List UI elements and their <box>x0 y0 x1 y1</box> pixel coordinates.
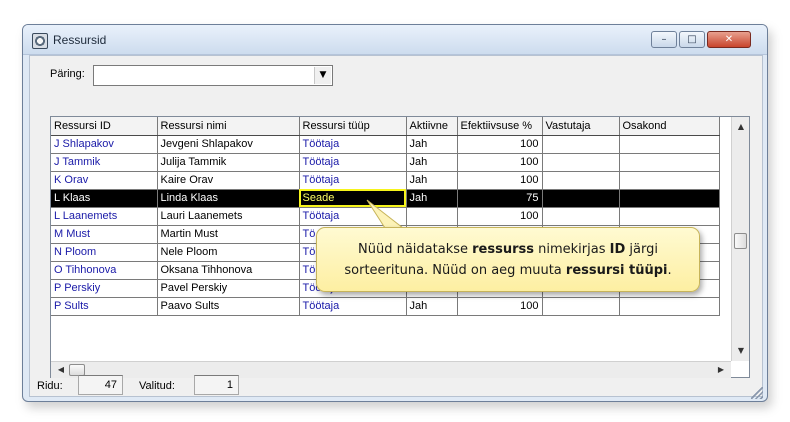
callout-pointer <box>366 199 405 229</box>
cell-resource-id[interactable]: P Perskiy <box>51 279 158 298</box>
table-row[interactable]: J Tammik Julija Tammik Töötaja Jah 100 <box>51 153 720 172</box>
cell-resource-id[interactable]: L Klaas <box>51 189 158 208</box>
close-button[interactable]: ✕ <box>707 31 751 48</box>
cell-department[interactable] <box>619 297 720 316</box>
rows-count-value: 47 <box>78 375 123 395</box>
cell-efficiency[interactable]: 100 <box>457 135 543 154</box>
column-header-owner[interactable]: Vastutaja <box>542 117 620 136</box>
dropdown-arrow-icon[interactable]: ▼ <box>314 67 331 84</box>
cell-resource-id[interactable]: J Shlapakov <box>51 135 158 154</box>
cell-efficiency[interactable]: 100 <box>457 207 543 226</box>
cell-resource-type[interactable]: Töötaja <box>299 171 407 190</box>
cell-resource-id[interactable]: K Orav <box>51 171 158 190</box>
cell-efficiency[interactable]: 100 <box>457 153 543 172</box>
column-header-efficiency[interactable]: Efektiivsuse % <box>457 117 543 136</box>
cell-active[interactable]: Jah <box>406 135 458 154</box>
cell-resource-name[interactable]: Pavel Perskiy <box>157 279 300 298</box>
app-gear-icon <box>32 33 48 49</box>
cell-efficiency[interactable]: 75 <box>457 189 543 208</box>
cell-efficiency[interactable]: 100 <box>457 297 543 316</box>
cell-resource-name[interactable]: Oksana Tihhonova <box>157 261 300 280</box>
scroll-up-arrow-icon[interactable]: ▲ <box>732 119 750 135</box>
cell-resource-type[interactable]: Töötaja <box>299 153 407 172</box>
cell-owner[interactable] <box>542 297 620 316</box>
cell-resource-type[interactable]: Töötaja <box>299 297 407 316</box>
table-row[interactable]: J Shlapakov Jevgeni Shlapakov Töötaja Ja… <box>51 135 720 154</box>
cell-resource-id[interactable]: P Sults <box>51 297 158 316</box>
vertical-scrollbar[interactable]: ▲ ▼ <box>731 117 749 361</box>
cell-owner[interactable] <box>542 135 620 154</box>
maximize-button[interactable]: □ <box>679 31 705 48</box>
cell-active[interactable]: Jah <box>406 297 458 316</box>
cell-department[interactable] <box>619 189 720 208</box>
cell-department[interactable] <box>619 171 720 190</box>
cell-owner[interactable] <box>542 207 620 226</box>
cell-department[interactable] <box>619 153 720 172</box>
table-row[interactable]: K Orav Kaire Orav Töötaja Jah 100 <box>51 171 720 190</box>
cell-department[interactable] <box>619 135 720 154</box>
cell-active[interactable] <box>406 207 458 226</box>
cell-resource-name[interactable]: Nele Ploom <box>157 243 300 262</box>
cell-active[interactable]: Jah <box>406 153 458 172</box>
cell-resource-id[interactable]: J Tammik <box>51 153 158 172</box>
query-dropdown[interactable]: ▼ <box>93 65 333 86</box>
scroll-down-arrow-icon[interactable]: ▼ <box>732 343 750 359</box>
cell-resource-name[interactable]: Jevgeni Shlapakov <box>157 135 300 154</box>
vertical-scroll-thumb[interactable] <box>734 233 747 249</box>
header-row: Ressursi ID Ressursi nimi Ressursi tüüp … <box>51 117 720 136</box>
cell-active[interactable]: Jah <box>406 189 458 208</box>
cell-owner[interactable] <box>542 171 620 190</box>
resize-grip-icon[interactable] <box>751 387 763 399</box>
cell-department[interactable] <box>619 207 720 226</box>
selected-count-label: Valitud: <box>139 380 175 392</box>
rows-count-label: Ridu: <box>37 380 63 392</box>
cell-resource-id[interactable]: M Must <box>51 225 158 244</box>
cell-active[interactable]: Jah <box>406 171 458 190</box>
cell-resource-name[interactable]: Kaire Orav <box>157 171 300 190</box>
cell-resource-id[interactable]: N Ploom <box>51 243 158 262</box>
cell-efficiency[interactable]: 100 <box>457 171 543 190</box>
table-row[interactable]: P Sults Paavo Sults Töötaja Jah 100 <box>51 297 720 316</box>
query-label: Päring: <box>50 68 85 80</box>
cell-resource-name[interactable]: Lauri Laanemets <box>157 207 300 226</box>
cell-resource-name[interactable]: Martin Must <box>157 225 300 244</box>
column-header-department[interactable]: Osakond <box>619 117 720 136</box>
window-title: Ressursid <box>53 33 107 47</box>
tutorial-callout: Nüüd näidatakse ressurss nimekirjas ID j… <box>316 227 700 292</box>
cell-resource-id[interactable]: L Laanemets <box>51 207 158 226</box>
cell-resource-id[interactable]: O Tihhonova <box>51 261 158 280</box>
minimize-button[interactable]: – <box>651 31 677 48</box>
cell-owner[interactable] <box>542 189 620 208</box>
cell-owner[interactable] <box>542 153 620 172</box>
column-header-resource-type[interactable]: Ressursi tüüp <box>299 117 407 136</box>
column-header-resource-id[interactable]: Ressursi ID <box>51 117 158 136</box>
selected-count-value: 1 <box>194 375 239 395</box>
callout-line-1: Nüüd näidatakse ressurss nimekirjas ID j… <box>358 242 658 257</box>
cell-resource-name[interactable]: Paavo Sults <box>157 297 300 316</box>
column-header-active[interactable]: Aktiivne <box>406 117 458 136</box>
status-bar: Ridu: 47 Valitud: 1 <box>23 367 767 401</box>
title-bar[interactable]: Ressursid – □ ✕ <box>23 25 767 55</box>
cell-resource-name[interactable]: Julija Tammik <box>157 153 300 172</box>
callout-line-2: sorteerituna. Nüüd on aeg muuta ressursi… <box>344 263 672 278</box>
cell-resource-name[interactable]: Linda Klaas <box>157 189 300 208</box>
cell-resource-type[interactable]: Töötaja <box>299 135 407 154</box>
column-header-resource-name[interactable]: Ressursi nimi <box>157 117 300 136</box>
